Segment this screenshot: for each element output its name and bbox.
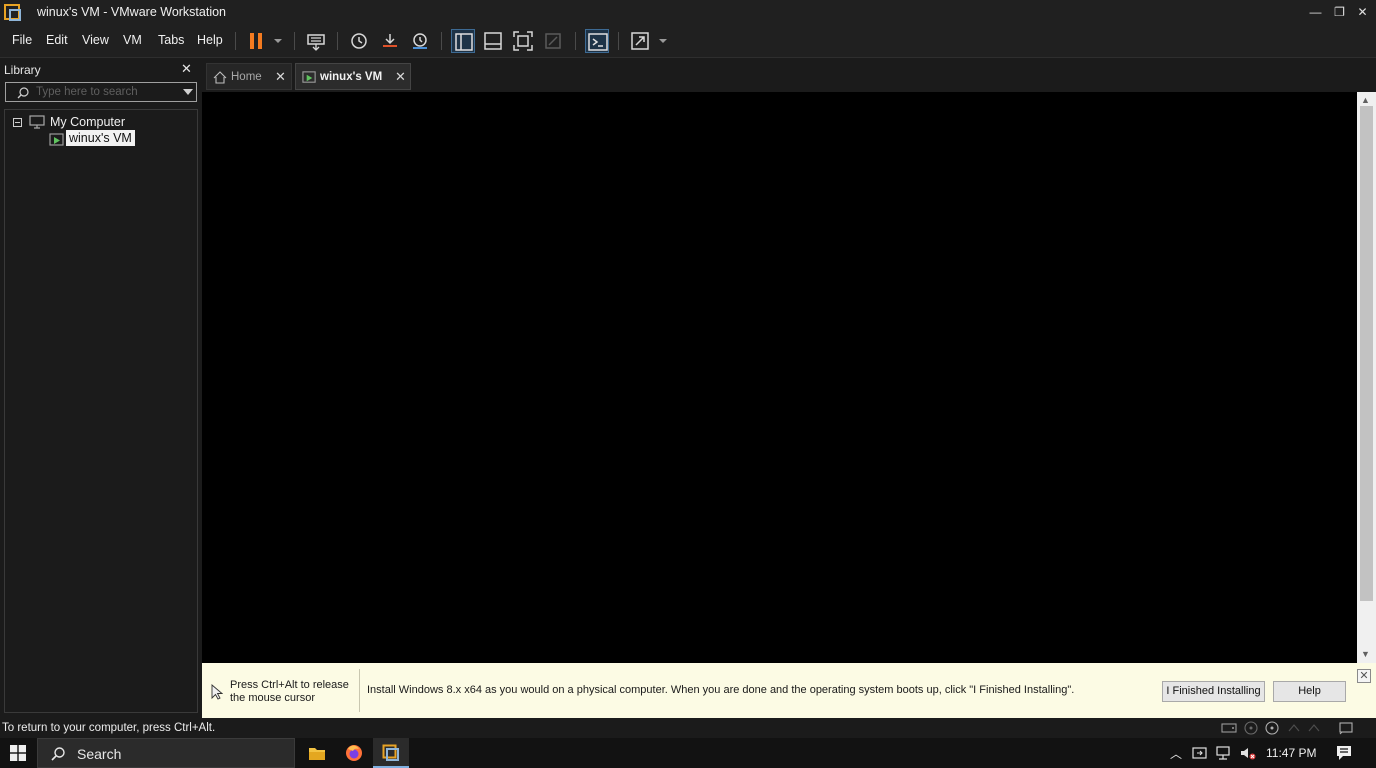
install-hint-bar: Press Ctrl+Alt to release the mouse curs… xyxy=(202,663,1376,718)
menu-view[interactable]: View xyxy=(82,33,109,47)
tab-home-close-button[interactable]: ✕ xyxy=(275,69,286,85)
title-bar: winux's VM - VMware Workstation — ❐ ✕ xyxy=(0,0,1376,24)
volume-muted-icon[interactable] xyxy=(1240,745,1256,761)
network-adapter-icon[interactable] xyxy=(1286,721,1302,735)
vm-running-icon xyxy=(49,133,64,146)
firefox-icon xyxy=(346,745,362,761)
toolbar-separator xyxy=(575,32,576,50)
snapshot-icon[interactable] xyxy=(347,29,371,53)
toolbar-separator xyxy=(235,32,236,50)
vmware-logo-icon xyxy=(4,4,21,21)
file-explorer-button[interactable] xyxy=(299,738,335,768)
tab-home[interactable]: Home ✕ xyxy=(206,63,292,90)
library-title: Library xyxy=(4,63,41,77)
tree-item-my-computer[interactable]: My Computer xyxy=(50,115,125,129)
unity-icon xyxy=(541,29,565,53)
console-view-icon[interactable] xyxy=(585,29,609,53)
finished-installing-button[interactable]: I Finished Installing xyxy=(1162,681,1265,702)
tab-vm[interactable]: winux's VM ✕ xyxy=(295,63,411,90)
scroll-up-icon[interactable]: ▲ xyxy=(1361,95,1370,105)
stretch-dropdown-icon[interactable] xyxy=(652,29,670,53)
hint-divider xyxy=(359,669,360,712)
menu-tabs[interactable]: Tabs xyxy=(158,33,184,47)
hint-close-button[interactable]: ✕ xyxy=(1357,669,1371,683)
tab-vm-close-button[interactable]: ✕ xyxy=(395,69,406,85)
library-search-box[interactable] xyxy=(5,82,197,102)
power-dropdown-icon[interactable] xyxy=(266,29,286,53)
toolbar-separator xyxy=(294,32,295,50)
install-message: Install Windows 8.x x64 as you would on … xyxy=(367,684,1075,696)
taskbar-search-label: Search xyxy=(77,746,122,762)
windows-logo-icon xyxy=(10,745,26,761)
toolbar-separator xyxy=(337,32,338,50)
window-title: winux's VM - VMware Workstation xyxy=(37,5,227,19)
hint-help-button[interactable]: Help xyxy=(1273,681,1346,702)
tab-strip: Home ✕ winux's VM ✕ xyxy=(202,58,1376,92)
release-cursor-hint: Press Ctrl+Alt to release the mouse curs… xyxy=(230,679,358,705)
release-hint-line1: Press Ctrl+Alt to release xyxy=(230,679,349,691)
stretch-guest-icon[interactable] xyxy=(628,29,652,53)
show-hidden-icons-chevron-icon[interactable]: ︿ xyxy=(1168,745,1184,761)
tab-vm-label: winux's VM xyxy=(320,71,383,83)
vmware-tray-icon[interactable] xyxy=(1192,745,1208,761)
snapshot-manager-icon[interactable] xyxy=(408,29,432,53)
tree-item-vm[interactable]: winux's VM xyxy=(66,130,135,146)
taskbar-clock[interactable]: 11:47 PM xyxy=(1266,746,1316,760)
menu-toolbar-bar: File Edit View VM Tabs Help xyxy=(0,24,1376,58)
status-bar: To return to your computer, press Ctrl+A… xyxy=(0,718,1376,738)
menu-file[interactable]: File xyxy=(12,33,32,47)
status-text: To return to your computer, press Ctrl+A… xyxy=(2,722,216,734)
minimize-button[interactable]: — xyxy=(1304,0,1327,24)
computer-icon xyxy=(29,115,45,129)
maximize-button[interactable]: ❐ xyxy=(1328,0,1351,24)
vertical-scrollbar[interactable]: ▲ ▼ xyxy=(1357,92,1376,663)
action-center-icon[interactable] xyxy=(1335,744,1353,762)
start-button[interactable] xyxy=(0,738,36,768)
hard-disk-icon[interactable] xyxy=(1221,721,1237,735)
vm-console-screen[interactable] xyxy=(202,92,1357,663)
toolbar-separator xyxy=(618,32,619,50)
send-ctrl-alt-del-icon[interactable] xyxy=(304,29,328,53)
vmware-icon xyxy=(382,744,399,761)
show-library-icon[interactable] xyxy=(451,29,475,53)
search-icon xyxy=(17,87,29,99)
close-window-button[interactable]: ✕ xyxy=(1351,0,1374,24)
release-hint-line2: the mouse cursor xyxy=(230,692,315,704)
windows-taskbar: Search ︿ 11:47 PM xyxy=(0,738,1376,768)
scroll-down-icon[interactable]: ▼ xyxy=(1361,649,1370,659)
tree-collapse-icon[interactable] xyxy=(13,118,22,127)
search-dropdown-icon[interactable] xyxy=(183,89,193,95)
home-icon xyxy=(213,71,227,84)
message-log-icon[interactable] xyxy=(1338,721,1354,735)
revert-snapshot-icon[interactable] xyxy=(378,29,402,53)
usb-icon[interactable] xyxy=(1306,721,1322,735)
library-close-button[interactable]: ✕ xyxy=(181,61,192,77)
library-search-input[interactable] xyxy=(36,85,176,99)
vmware-taskbar-button[interactable] xyxy=(373,738,409,768)
search-icon xyxy=(51,747,65,761)
menu-vm[interactable]: VM xyxy=(123,33,142,47)
show-thumbnail-bar-icon[interactable] xyxy=(481,29,505,53)
toolbar-separator xyxy=(441,32,442,50)
network-icon[interactable] xyxy=(1216,745,1232,761)
library-panel: Library ✕ My Computer winux's VM xyxy=(0,58,202,718)
taskbar-search-box[interactable]: Search xyxy=(37,738,295,768)
full-screen-icon[interactable] xyxy=(511,29,535,53)
menu-edit[interactable]: Edit xyxy=(46,33,68,47)
vm-running-icon xyxy=(302,71,316,83)
mouse-cursor-icon xyxy=(211,684,223,700)
scrollbar-thumb[interactable] xyxy=(1360,106,1373,601)
library-tree: My Computer winux's VM xyxy=(4,109,198,713)
menu-help[interactable]: Help xyxy=(197,33,223,47)
cd-rom-icon[interactable] xyxy=(1243,721,1259,735)
firefox-button[interactable] xyxy=(336,738,372,768)
folder-icon xyxy=(309,748,325,760)
tab-home-label: Home xyxy=(231,71,262,83)
cd-active-icon[interactable] xyxy=(1264,721,1280,735)
